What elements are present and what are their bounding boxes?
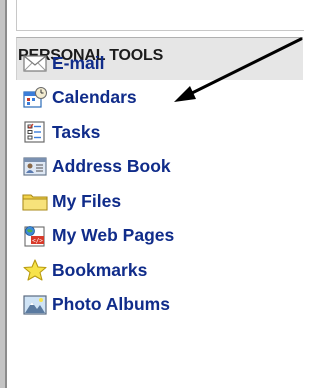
- menu-item-label[interactable]: E-mail: [52, 53, 105, 74]
- svg-text:</>: </>: [32, 237, 43, 244]
- window-left-border: [0, 0, 7, 388]
- menu-item-photo-albums[interactable]: Photo Albums: [22, 288, 174, 323]
- address-book-icon: [22, 155, 48, 179]
- personal-tools-menu: E-mail Calendars Tasks Address Book My F…: [22, 46, 174, 322]
- menu-item-email[interactable]: E-mail: [22, 46, 174, 81]
- menu-item-label[interactable]: Photo Albums: [52, 294, 170, 315]
- folder-icon: [22, 189, 48, 213]
- menu-item-bookmarks[interactable]: Bookmarks: [22, 253, 174, 288]
- menu-item-label[interactable]: Bookmarks: [52, 260, 147, 281]
- star-icon: [22, 258, 48, 282]
- menu-item-label[interactable]: My Files: [52, 191, 121, 212]
- photo-icon: [22, 293, 48, 317]
- menu-item-calendars[interactable]: Calendars: [22, 81, 174, 116]
- menu-item-label[interactable]: Tasks: [52, 122, 100, 143]
- calendar-icon: [22, 86, 48, 110]
- menu-item-label[interactable]: Calendars: [52, 87, 137, 108]
- menu-item-my-web-pages[interactable]: </> My Web Pages: [22, 219, 174, 254]
- upper-panel: [16, 0, 304, 31]
- menu-item-tasks[interactable]: Tasks: [22, 115, 174, 150]
- web-page-icon: </>: [22, 224, 48, 248]
- tasks-icon: [22, 120, 48, 144]
- envelope-icon: [22, 51, 48, 75]
- menu-item-label[interactable]: Address Book: [52, 156, 171, 177]
- menu-item-label[interactable]: My Web Pages: [52, 225, 174, 246]
- menu-item-address-book[interactable]: Address Book: [22, 150, 174, 185]
- menu-item-my-files[interactable]: My Files: [22, 184, 174, 219]
